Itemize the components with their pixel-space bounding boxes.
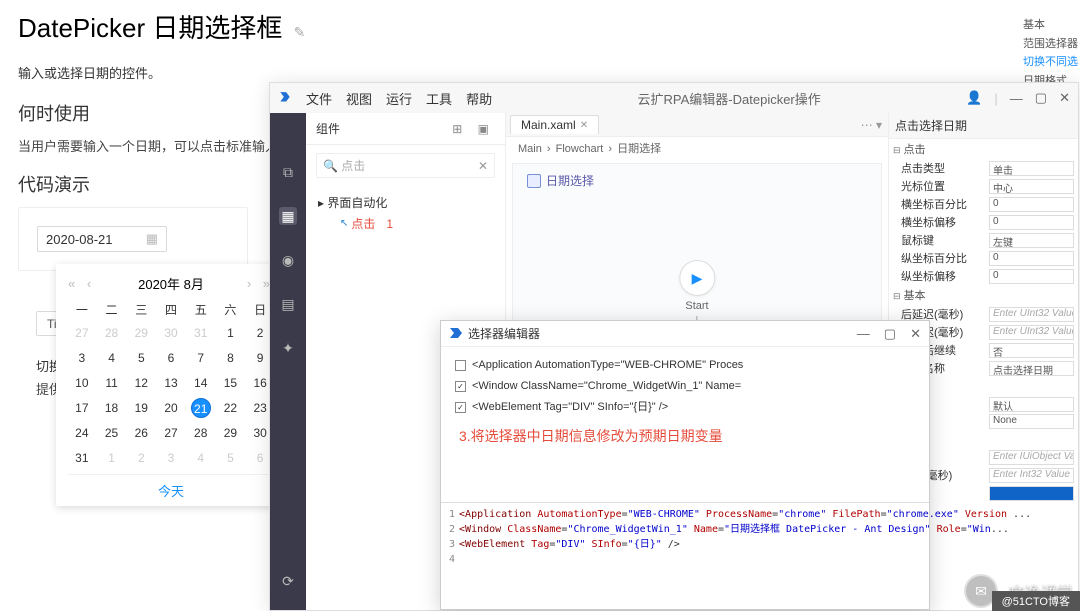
page-desc: 输入或选择日期的控件。 — [18, 63, 1062, 82]
edit-icon[interactable]: ✎ — [294, 24, 306, 40]
puzzle-icon[interactable]: ✦ — [279, 339, 297, 357]
menu-file[interactable]: 文件 — [306, 89, 332, 108]
run-icon[interactable]: ◉ — [279, 251, 297, 269]
tab-close-icon[interactable]: ✕ — [580, 120, 588, 131]
components-header: 组件 — [316, 120, 340, 137]
minimize-icon[interactable]: — — [1010, 91, 1023, 106]
component-search[interactable]: 🔍 点击✕ — [316, 153, 495, 178]
cal-prev-icons[interactable]: « ‹ — [68, 276, 95, 291]
close-icon[interactable]: ✕ — [910, 326, 921, 342]
app-logo-icon — [278, 91, 292, 105]
menu-run[interactable]: 运行 — [386, 89, 412, 108]
calendar-icon: ▦ — [146, 231, 158, 247]
annotation-1: 1 — [386, 217, 393, 231]
selector-editor-window: 选择器编辑器 —▢✕ <Application AutomationType="… — [440, 320, 930, 610]
filter-icon[interactable]: ▣ — [478, 122, 495, 136]
calendar-popup: « ‹ 2020年 8月 › » 一 二 三 四 五 六 日 272829303… — [56, 264, 286, 506]
toc-nav: 基本 范围选择器 切换不同选 日期格式 — [1023, 16, 1078, 91]
calendar-grid: 一 二 三 四 五 六 日 272829303112 3456789 10111… — [68, 301, 274, 468]
breadcrumb: Main › Flowchart › 日期选择 — [506, 137, 888, 159]
ide-title: 云扩RPA编辑器-Datepicker操作 — [638, 89, 821, 108]
checkbox[interactable]: ✓ — [455, 402, 466, 413]
clear-icon[interactable]: ✕ — [478, 159, 488, 173]
checkbox[interactable]: ✓ — [455, 381, 466, 392]
search-icon: 🔍 — [323, 159, 338, 173]
checkbox[interactable] — [455, 360, 466, 371]
selector-xml-editor[interactable]: 1<Application AutomationType="WEB-CHROME… — [441, 502, 929, 571]
date-value: 2020-08-21 — [46, 232, 113, 247]
maximize-icon[interactable]: ▢ — [1035, 90, 1047, 106]
play-icon: ▶ — [679, 260, 715, 296]
sync-icon[interactable]: ⟳ — [279, 572, 297, 590]
tree-item-click[interactable]: ↖点击1 — [318, 213, 493, 234]
date-input[interactable]: 2020-08-21 ▦ — [37, 226, 167, 252]
copy-icon[interactable]: ⧉ — [279, 163, 297, 181]
props-header: 点击选择日期 — [889, 113, 1078, 139]
menu-help[interactable]: 帮助 — [466, 89, 492, 108]
tab-more-icon[interactable]: ⋯ ▾ — [861, 118, 882, 132]
user-icon[interactable]: 👤 — [966, 90, 982, 106]
menu-view[interactable]: 视图 — [346, 89, 372, 108]
annotation-3: 3.将选择器中日期信息修改为预期日期变量 — [441, 422, 929, 452]
calendar-day-21[interactable]: 21 — [187, 398, 215, 418]
calendar-today[interactable]: 今天 — [68, 474, 274, 502]
selector-editor-title: 选择器编辑器 — [468, 325, 540, 342]
flow-icon — [527, 174, 541, 188]
cursor-icon: ↖ — [340, 218, 348, 229]
blog-attribution: @51CTO博客 — [992, 591, 1080, 611]
grid-icon[interactable]: ▦ — [279, 207, 297, 225]
tab-main[interactable]: Main.xaml✕ — [510, 115, 599, 134]
layers-icon[interactable]: ▤ — [279, 295, 297, 313]
menu-tools[interactable]: 工具 — [426, 89, 452, 108]
activity-bar: ⧉ ▦ ◉ ▤ ✦ ⟳ — [270, 113, 306, 610]
cal-title[interactable]: 2020年 8月 — [138, 274, 204, 293]
demo-date-box: 2020-08-21 ▦ — [18, 207, 248, 271]
maximize-icon[interactable]: ▢ — [884, 326, 896, 342]
app-logo-icon — [449, 327, 462, 340]
close-icon[interactable]: ✕ — [1059, 90, 1070, 106]
plus-icon[interactable]: ⊞ — [452, 122, 468, 136]
page-title: DatePicker 日期选择框 ✎ — [18, 8, 1062, 45]
minimize-icon[interactable]: — — [857, 326, 870, 342]
flow-title: 日期选择 — [527, 172, 594, 189]
tree-group[interactable]: ▸ 界面自动化 — [318, 192, 493, 213]
